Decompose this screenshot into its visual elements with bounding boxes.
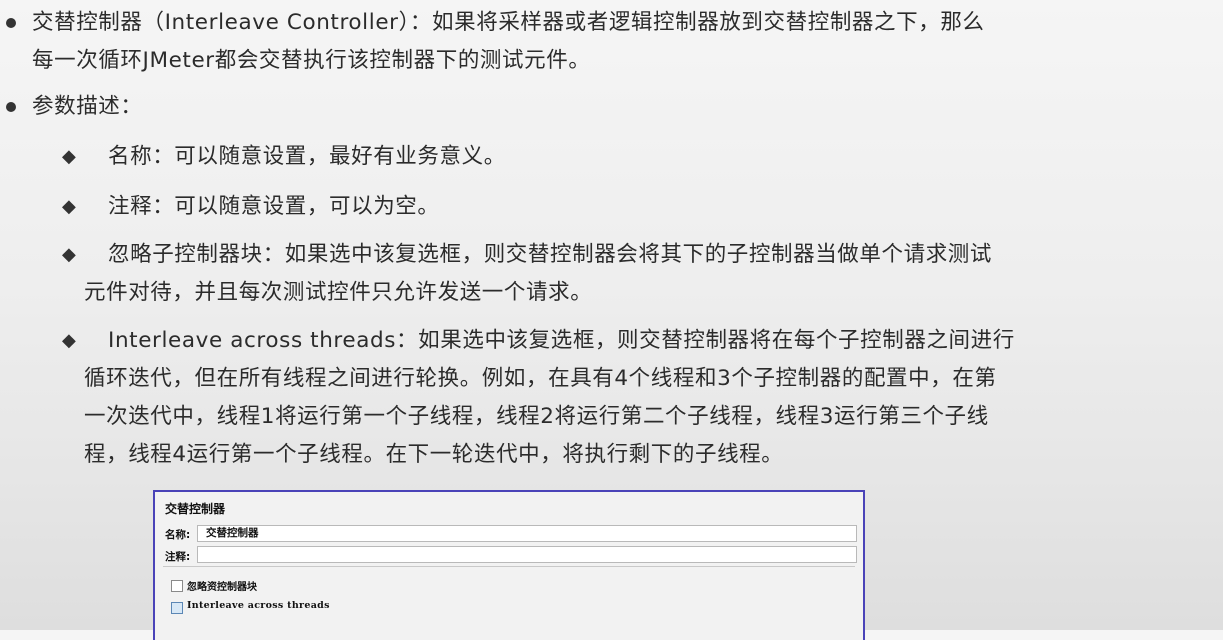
- ignore-sub-controller-label: 忽略资控制器块: [187, 582, 257, 593]
- sub-bullet-line: 名称：可以随意设置，最好有业务意义。: [108, 144, 506, 169]
- name-label: 名称:: [165, 529, 191, 541]
- diamond-bullet-icon: ◆: [62, 330, 77, 351]
- bullet-line: 参数描述：: [32, 94, 143, 119]
- sub-bullet-line: 注释：可以随意设置，可以为空。: [108, 194, 440, 219]
- diamond-bullet-icon: ◆: [62, 196, 77, 217]
- interleave-across-threads-label: Interleave across threads: [187, 600, 330, 611]
- sub-bullet-comment: ◆ 注释：可以随意设置，可以为空。: [0, 188, 1223, 226]
- sub-bullet-line: 循环迭代，但在所有线程之间进行轮换。例如，在具有4个线程和3个子控制器的配置中，…: [84, 366, 997, 391]
- sub-bullet-text: 注释：可以随意设置，可以为空。: [88, 188, 440, 226]
- sub-bullet-text: Interleave across threads：如果选中该复选框，则交替控制…: [88, 322, 1015, 360]
- bullet-line: 每一次循环JMeter都会交替执行该控制器下的测试元件。: [32, 48, 591, 73]
- name-field[interactable]: 交替控制器: [197, 525, 857, 542]
- panel-divider: [163, 566, 855, 567]
- slide: 交替控制器（Interleave Controller）：如果将采样器或者逻辑控…: [0, 0, 1223, 640]
- sub-bullet-line: 元件对待，并且每次测试控件只允许发送一个请求。: [84, 280, 593, 305]
- interleave-controller-panel: 交替控制器 名称: 交替控制器 注释: 忽略资控制器块 Interleave a…: [153, 490, 865, 640]
- bullet-parameters: 参数描述：: [0, 88, 1223, 126]
- interleave-across-threads-checkbox[interactable]: [171, 602, 183, 614]
- bullet-dot-icon: [6, 102, 16, 112]
- sub-bullet-text: 忽略子控制器块：如果选中该复选框，则交替控制器会将其下的子控制器当做单个请求测试: [88, 236, 992, 274]
- sub-bullet-interleave-across-threads: ◆ Interleave across threads：如果选中该复选框，则交替…: [0, 322, 1223, 474]
- panel-title: 交替控制器: [165, 502, 226, 516]
- ignore-sub-controller-checkbox[interactable]: [171, 580, 183, 592]
- bullet-dot-icon: [6, 18, 16, 28]
- sub-bullet-line: 一次迭代中，线程1将运行第一个子线程，线程2将运行第二个子线程，线程3运行第三个…: [84, 404, 989, 429]
- bullet-interleave-controller: 交替控制器（Interleave Controller）：如果将采样器或者逻辑控…: [0, 4, 1223, 80]
- sub-bullet-ignore-sub-controller: ◆ 忽略子控制器块：如果选中该复选框，则交替控制器会将其下的子控制器当做单个请求…: [0, 236, 1223, 312]
- diamond-bullet-icon: ◆: [62, 146, 77, 167]
- diamond-bullet-icon: ◆: [62, 244, 77, 265]
- sub-bullet-name: ◆ 名称：可以随意设置，最好有业务意义。: [0, 138, 1223, 176]
- bullet-line: 交替控制器（Interleave Controller）：如果将采样器或者逻辑控…: [32, 10, 985, 35]
- comment-field[interactable]: [197, 546, 857, 563]
- sub-bullet-line: Interleave across threads：如果选中该复选框，则交替控制…: [108, 328, 1015, 353]
- sub-bullet-text: 名称：可以随意设置，最好有业务意义。: [88, 138, 506, 176]
- sub-bullet-line: 忽略子控制器块：如果选中该复选框，则交替控制器会将其下的子控制器当做单个请求测试: [108, 242, 993, 267]
- sub-bullet-line: 程，线程4运行第一个子线程。在下一轮迭代中，将执行剩下的子线程。: [84, 442, 784, 467]
- comment-label: 注释:: [165, 551, 191, 563]
